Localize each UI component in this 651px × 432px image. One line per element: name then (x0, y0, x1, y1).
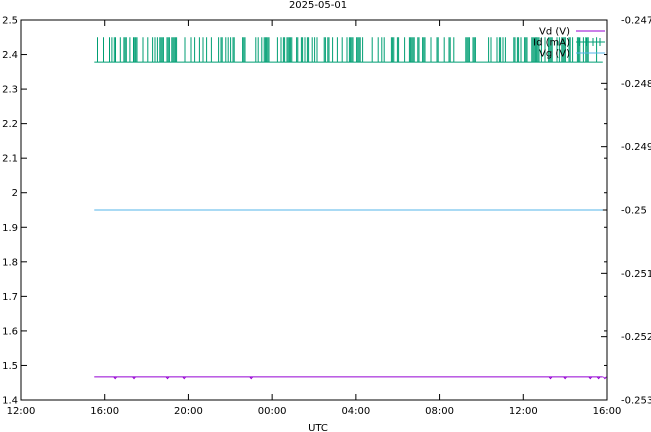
y-right-tick-label: -0.248 (621, 79, 651, 90)
y-left-tick-label: 1.9 (2, 223, 18, 234)
y-right-tick-label: -0.247 (621, 16, 651, 27)
x-tick-label: 16:00 (593, 406, 622, 417)
y-left-tick-label: 1.7 (2, 292, 18, 303)
series-id-mA (94, 37, 603, 63)
x-tick-label: 00:00 (258, 406, 287, 417)
right-axis: -0.253 -0.252 -0.251 -0.25 -0.249 -0.248 -0.24… (601, 16, 651, 407)
series-layer (94, 37, 607, 380)
legend-label: Id (mA) (533, 38, 570, 49)
legend-label: Vg (V) (539, 49, 570, 60)
y-right-tick-label: -0.251 (621, 269, 651, 280)
y-left-tick-label: 2.5 (2, 16, 18, 27)
y-left-tick-label: 2.2 (2, 119, 18, 130)
y-left-tick-label: 1.5 (2, 361, 18, 372)
x-axis: 12:00 16:00 20:00 00:00 04:00 08:00 12:00 16:00 (7, 20, 622, 417)
x-tick-label: 08:00 (425, 406, 454, 417)
x-tick-label: 04:00 (341, 406, 370, 417)
y-left-tick-label: 1.6 (2, 326, 18, 337)
y-left-tick-label: 2.1 (2, 154, 18, 165)
legend-label: Vd (V) (539, 27, 570, 38)
y-right-tick-label: -0.25 (621, 206, 647, 217)
x-axis-label: UTC (308, 423, 328, 432)
chart: 2025-05-01 1.4 1.5 1.6 1.7 1.8 1.9 2 2.1 2.2 2.3 2… (2, 0, 651, 432)
y-right-tick-label: -0.249 (621, 142, 651, 153)
y-right-tick-label: -0.253 (621, 396, 651, 407)
x-tick-label: 16:00 (90, 406, 119, 417)
y-left-tick-label: 2.3 (2, 85, 18, 96)
y-right-tick-label: -0.252 (621, 332, 651, 343)
x-tick-label: 20:00 (174, 406, 203, 417)
x-tick-label: 12:00 (509, 406, 538, 417)
y-left-tick-label: 1.4 (2, 396, 18, 407)
chart-title: 2025-05-01 (289, 0, 347, 11)
x-tick-label: 12:00 (7, 406, 36, 417)
y-left-tick-label: 2 (12, 188, 18, 199)
legend: Vd (V)Id (mA)Vg (V) (533, 27, 605, 60)
left-axis: 1.4 1.5 1.6 1.7 1.8 1.9 2 2.1 2.2 2.3 2.4 2.5 (2, 16, 607, 407)
y-left-tick-label: 1.8 (2, 257, 18, 268)
vd-dip (603, 376, 607, 380)
y-left-tick-label: 2.4 (2, 50, 18, 61)
